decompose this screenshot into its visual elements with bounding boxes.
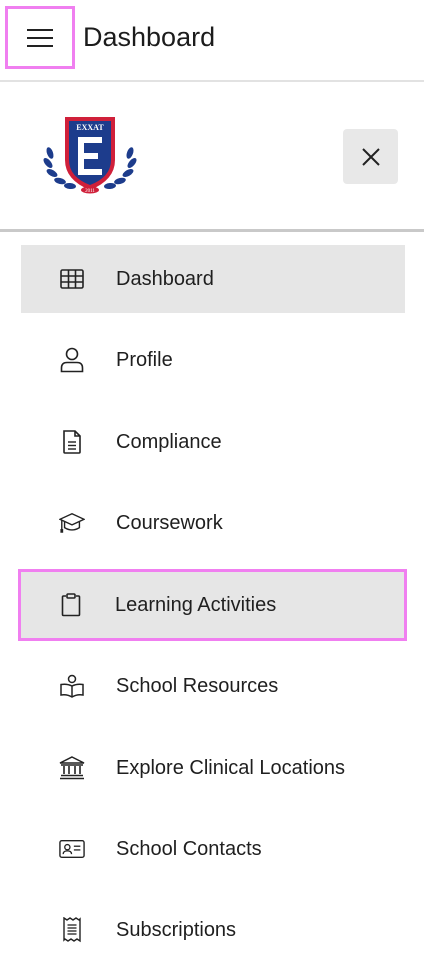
institution-icon <box>59 755 85 781</box>
page-title: Dashboard <box>83 22 216 52</box>
graduation-cap-icon <box>59 510 85 536</box>
nav-label-profile: Profile <box>116 348 173 371</box>
nav-label-compliance: Compliance <box>116 430 222 453</box>
nav-item-dashboard[interactable]: Dashboard <box>21 245 405 313</box>
book-reader-icon <box>59 673 85 699</box>
nav-label-explore-clinical-locations: Explore Clinical Locations <box>116 756 346 779</box>
nav-item-compliance[interactable]: Compliance <box>21 408 405 476</box>
nav-item-subscriptions[interactable]: Subscriptions <box>21 896 405 964</box>
nav-label-school-contacts: School Contacts <box>116 837 262 860</box>
receipt-icon <box>59 917 85 943</box>
clipboard-icon <box>58 592 84 618</box>
hamburger-menu-icon <box>27 28 53 48</box>
drawer-divider <box>0 229 424 232</box>
logo-year: 2011 <box>85 189 95 194</box>
close-drawer-button[interactable] <box>343 129 398 184</box>
nav-label-subscriptions: Subscriptions <box>116 918 237 941</box>
user-icon <box>59 347 85 373</box>
exxat-logo: EXXAT 2011 <box>40 115 140 195</box>
nav-item-explore-clinical-locations[interactable]: Explore Clinical Locations <box>21 734 405 802</box>
contact-card-icon <box>59 836 85 862</box>
nav-item-profile[interactable]: Profile <box>21 326 405 394</box>
close-icon <box>361 147 381 167</box>
grid-icon <box>59 266 85 292</box>
nav-label-school-resources: School Resources <box>116 674 279 697</box>
nav-label-coursework: Coursework <box>116 511 223 534</box>
logo-text: EXXAT <box>76 123 104 132</box>
document-icon <box>59 429 85 455</box>
nav-item-school-resources[interactable]: School Resources <box>21 652 405 720</box>
nav-item-school-contacts[interactable]: School Contacts <box>21 815 405 883</box>
nav-label-dashboard: Dashboard <box>116 267 214 290</box>
nav-item-coursework[interactable]: Coursework <box>21 489 405 557</box>
hamburger-menu-button[interactable] <box>5 6 75 69</box>
top-app-bar: Dashboard <box>0 0 424 80</box>
nav-label-learning-activities: Learning Activities <box>115 593 277 616</box>
nav-item-learning-activities[interactable]: Learning Activities <box>18 569 407 641</box>
